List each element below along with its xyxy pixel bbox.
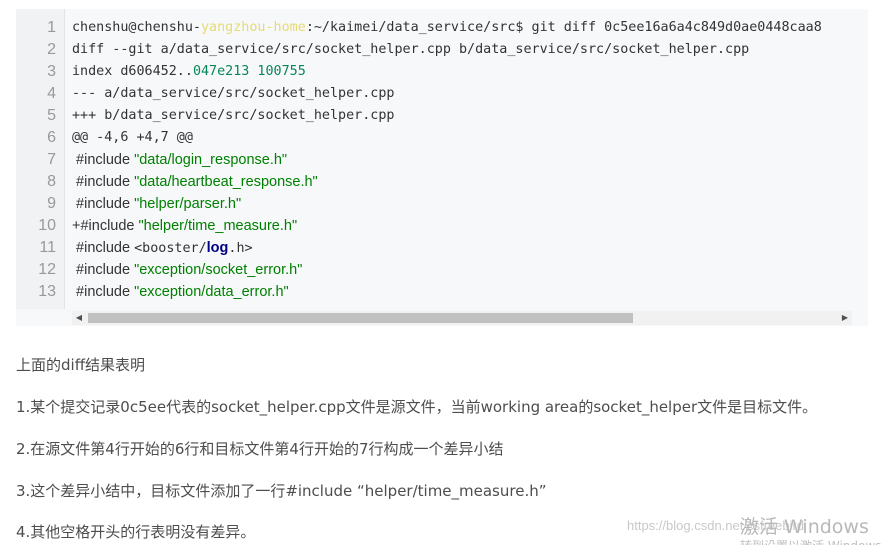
line-number: 10 — [38, 217, 56, 234]
code-block: 1 2 3 4 5 6 7 8 9 10 11 12 13 chenshu@ch… — [16, 9, 868, 326]
article-paragraph: 上面的diff结果表明 — [16, 356, 146, 374]
index-mode: 100755 — [249, 64, 306, 79]
line-number: 2 — [47, 41, 56, 58]
shell-command: :~/kaimei/data_service/src$ git diff 0c5… — [305, 20, 822, 35]
code-line-diff-header: diff --git a/data_service/src/socket_hel… — [72, 42, 750, 57]
scroll-left-arrow-icon[interactable]: ◀ — [72, 311, 86, 325]
code-line-include-added: +#include "helper/time_measure.h" — [72, 215, 297, 238]
include-keyword: log — [206, 240, 229, 256]
line-number: 1 — [47, 19, 56, 36]
horizontal-scrollbar[interactable]: ◀ ▶ — [72, 311, 852, 325]
code-line-include: #include "helper/parser.h" — [72, 193, 241, 216]
shell-host: yangzhou-home — [201, 20, 306, 35]
code-line-include: #include "data/login_response.h" — [72, 149, 287, 172]
activate-windows-subtext: 转到设置以激活 Windows。 — [740, 537, 884, 545]
include-path: "helper/time_measure.h" — [138, 218, 298, 234]
line-number: 13 — [38, 283, 56, 300]
include-directive: #include — [72, 262, 135, 278]
index-prefix: index d606452.. — [72, 64, 193, 79]
include-open: <booster/ — [134, 241, 207, 256]
include-path: "data/login_response.h" — [134, 152, 288, 168]
code-line-index: index d606452..047e213 100755 — [72, 61, 306, 83]
code-line-old-file: --- a/data_service/src/socket_helper.cpp — [72, 86, 395, 101]
include-directive: #include — [72, 174, 135, 190]
scrollbar-thumb[interactable] — [88, 313, 633, 323]
include-path: "exception/data_error.h" — [134, 284, 289, 300]
activate-windows-watermark: 激活 Windows — [740, 516, 869, 538]
line-number: 5 — [47, 107, 56, 124]
article-paragraph: 2.在源文件第4行开始的6行和目标文件第4行开始的7行构成一个差异小结 — [16, 440, 504, 458]
index-hash: 047e213 — [192, 64, 250, 79]
line-number: 7 — [47, 151, 56, 168]
line-number-gutter: 1 2 3 4 5 6 7 8 9 10 11 12 13 — [16, 9, 65, 309]
code-line-include: #include "exception/data_error.h" — [72, 281, 289, 304]
include-directive: +#include — [72, 218, 139, 234]
article-paragraph: 4.其他空格开头的行表明没有差异。 — [16, 523, 256, 541]
code-line-include: #include <booster/log.h> — [72, 237, 253, 260]
line-number: 8 — [47, 173, 56, 190]
code-line-hunk-header: @@ -4,6 +4,7 @@ — [72, 130, 193, 145]
include-directive: #include — [72, 284, 135, 300]
include-directive: #include — [72, 240, 135, 256]
line-number: 11 — [39, 239, 56, 256]
include-path: "helper/parser.h" — [134, 196, 242, 212]
line-number: 9 — [47, 195, 56, 212]
shell-user: chenshu@chenshu- — [72, 20, 201, 35]
code-line-new-file: +++ b/data_service/src/socket_helper.cpp — [72, 108, 395, 123]
line-number: 4 — [47, 85, 56, 102]
article-paragraph: 1.某个提交记录0c5ee代表的socket_helper.cpp文件是源文件，… — [16, 398, 818, 416]
include-directive: #include — [72, 196, 135, 212]
code-line-include: #include "exception/socket_error.h" — [72, 259, 302, 282]
code-line-include: #include "data/heartbeat_response.h" — [72, 171, 318, 194]
line-number: 12 — [38, 261, 56, 278]
include-directive: #include — [72, 152, 135, 168]
line-number: 6 — [47, 129, 56, 146]
code-line-command: chenshu@chenshu-yangzhou-home:~/kaimei/d… — [72, 17, 822, 39]
scroll-right-arrow-icon[interactable]: ▶ — [838, 311, 852, 325]
include-close: .h> — [228, 241, 253, 256]
line-number: 3 — [47, 63, 56, 80]
include-path: "data/heartbeat_response.h" — [134, 174, 318, 190]
include-path: "exception/socket_error.h" — [134, 262, 303, 278]
article-paragraph: 3.这个差异小结中，目标文件添加了一行#include “helper/time… — [16, 482, 547, 500]
